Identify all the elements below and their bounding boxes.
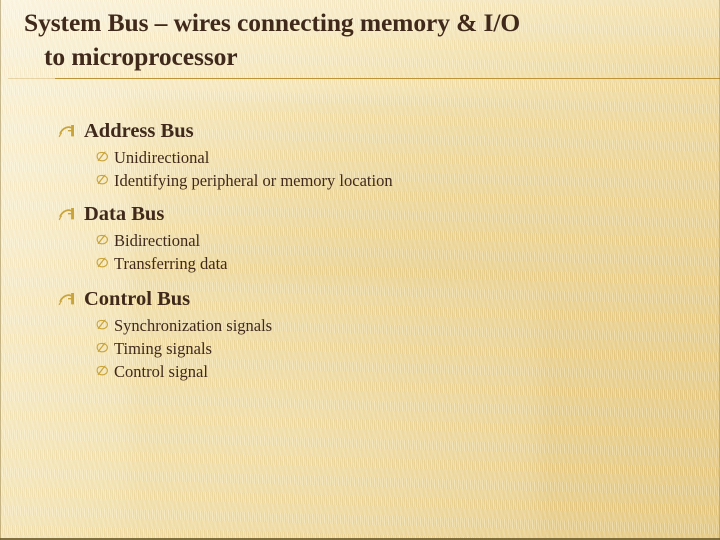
- slide-title-line-1: System Bus – wires connecting memory & I…: [24, 8, 521, 37]
- bullet-heading-text: Address Bus: [84, 120, 194, 142]
- bullet-level2-item: Timing signals: [0, 337, 720, 360]
- leaf-check-icon: [96, 360, 114, 377]
- bullet-item-text: Bidirectional: [114, 231, 201, 250]
- bullet-item-text: Identifying peripheral or memory locatio…: [114, 171, 393, 190]
- bullet-level1-address-bus: Address Bus: [0, 118, 720, 144]
- slide-border-left: [0, 0, 1, 540]
- bullet-level1-data-bus: Data Bus: [0, 201, 720, 227]
- bullet-level2-item: Unidirectional: [0, 146, 720, 169]
- slide-content: System Bus – wires connecting memory & I…: [0, 0, 720, 540]
- bullet-level2-item: Synchronization signals: [0, 314, 720, 337]
- bullet-group-control-bus: Control Bus Synchronization signals Timi…: [0, 286, 720, 383]
- leaf-check-icon: [96, 314, 114, 331]
- bullet-item-text: Timing signals: [114, 339, 212, 358]
- bullet-item-text: Synchronization signals: [114, 316, 273, 335]
- slide-title-line-2: to microprocessor: [44, 42, 238, 71]
- bullet-heading-text: Control Bus: [84, 288, 191, 310]
- bullet-heading-text: Data Bus: [84, 203, 165, 225]
- leaf-check-icon: [96, 146, 114, 163]
- bullet-group-address-bus: Address Bus Unidirectional Identifying p…: [0, 118, 720, 192]
- bullet-level2-item: Control signal: [0, 360, 720, 383]
- bullet-level1-control-bus: Control Bus: [0, 286, 720, 312]
- presentation-slide: System Bus – wires connecting memory & I…: [0, 0, 720, 540]
- pointing-hand-icon: [58, 201, 84, 221]
- title-divider-rule: [55, 78, 720, 79]
- leaf-check-icon: [96, 337, 114, 354]
- leaf-check-icon: [96, 169, 114, 186]
- bullet-item-text: Unidirectional: [114, 148, 210, 167]
- slide-title: System Bus – wires connecting memory & I…: [24, 6, 696, 74]
- bullet-level2-item: Transferring data: [0, 252, 720, 275]
- pointing-hand-icon: [58, 118, 84, 138]
- leaf-check-icon: [96, 252, 114, 269]
- bullet-level2-item: Bidirectional: [0, 229, 720, 252]
- bullet-level2-item: Identifying peripheral or memory locatio…: [0, 169, 720, 192]
- slide-body: Address Bus Unidirectional Identifying p…: [0, 118, 720, 393]
- bullet-item-text: Transferring data: [114, 254, 228, 273]
- leaf-check-icon: [96, 229, 114, 246]
- pointing-hand-icon: [58, 286, 84, 306]
- bullet-item-text: Control signal: [114, 362, 208, 381]
- bullet-group-data-bus: Data Bus Bidirectional Transferring data: [0, 201, 720, 275]
